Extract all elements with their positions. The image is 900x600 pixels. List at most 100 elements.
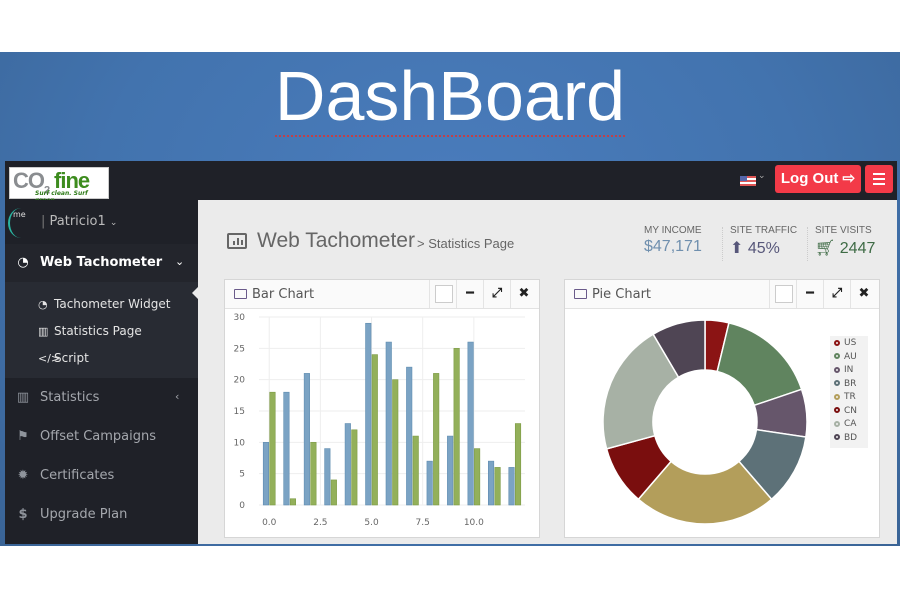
- bar-series-2[interactable]: [351, 429, 358, 506]
- arrow-circle-up-icon: ⬆: [730, 240, 744, 257]
- bar-series-1[interactable]: [262, 442, 270, 506]
- bar-chart-icon: ▥: [16, 390, 30, 405]
- menu-toggle-button[interactable]: [865, 165, 893, 193]
- minimize-icon[interactable]: ━: [796, 280, 823, 308]
- minimize-icon[interactable]: ━: [456, 280, 483, 308]
- avatar: me: [8, 208, 34, 238]
- sidebar-item-label: Upgrade Plan: [40, 507, 128, 522]
- sidebar-item-label: Certificates: [40, 468, 115, 483]
- bar-series-1[interactable]: [324, 448, 331, 506]
- legend-item-us[interactable]: US: [830, 338, 868, 352]
- legend-label: IN: [844, 365, 854, 375]
- x-tick-label: 7.5: [416, 518, 430, 528]
- panel-header: Bar Chart ━ ⤢ ✖: [225, 280, 539, 309]
- legend-swatch: [834, 339, 840, 346]
- chevron-left-icon: ‹: [175, 390, 180, 403]
- bar-series-1[interactable]: [508, 467, 515, 506]
- submenu-item-tachometer-widget[interactable]: ◔ Tachometer Widget: [38, 297, 170, 311]
- bar-series-1[interactable]: [303, 373, 310, 506]
- bar-series-2[interactable]: [310, 442, 317, 506]
- tachometer-icon: ◔: [17, 255, 29, 270]
- bar-series-2[interactable]: [474, 448, 481, 506]
- sidebar-item-web-tachometer[interactable]: ◔ Web Tachometer ⌄: [5, 244, 198, 282]
- y-tick-label: 30: [234, 313, 246, 323]
- bar-series-2[interactable]: [330, 479, 337, 506]
- expand-icon[interactable]: ⤢: [483, 280, 510, 308]
- brand-logo[interactable]: CO2 fine Surf clean. Surf green.: [9, 167, 109, 204]
- x-tick-label: 2.5: [313, 518, 327, 528]
- bar-series-2[interactable]: [412, 435, 419, 506]
- bar-series-2[interactable]: [371, 354, 378, 506]
- active-item-caret: [192, 287, 198, 299]
- submenu-item-statistics-page[interactable]: ▥ Statistics Page: [38, 324, 142, 338]
- y-tick-label: 25: [234, 344, 245, 354]
- username[interactable]: | Patricio1 ⌄: [41, 214, 117, 229]
- legend-item-bd[interactable]: BD: [830, 433, 868, 447]
- language-chevron-down-icon[interactable]: ⌄: [758, 171, 766, 181]
- legend-item-tr[interactable]: TR: [830, 392, 868, 406]
- logout-label: Log Out: [780, 170, 839, 187]
- legend-item-au[interactable]: AU: [830, 352, 868, 366]
- submenu-web-tachometer: ◔ Tachometer Widget ▥ Statistics Page </>S…: [5, 282, 198, 378]
- panel-color-button[interactable]: [769, 280, 796, 308]
- pie-legend: US AU IN BR TR CN CA BD: [830, 336, 868, 448]
- bar-series-1[interactable]: [365, 322, 372, 506]
- legend-item-in[interactable]: IN: [830, 365, 868, 379]
- legend-label: US: [844, 338, 857, 348]
- bar-series-1[interactable]: [488, 460, 495, 506]
- bar-series-2[interactable]: [269, 391, 276, 506]
- bar-series-2[interactable]: [392, 379, 399, 506]
- sidebar-item-statistics[interactable]: ▥ Statistics ‹: [5, 379, 198, 417]
- bar-series-2[interactable]: [433, 373, 440, 506]
- user-menu[interactable]: me | Patricio1 ⌄: [5, 200, 198, 244]
- sidebar-item-upgrade-plan[interactable]: $ Upgrade Plan: [5, 496, 198, 534]
- bar-series-2[interactable]: [514, 423, 522, 506]
- legend-item-ca[interactable]: CA: [830, 419, 868, 433]
- stat-income: MY INCOME $47,171: [644, 225, 702, 256]
- bar-series-1[interactable]: [406, 366, 413, 506]
- bar-chart: 0 5 10 15 20 25 30 0.0 2.5 5.0 7.5 10.0: [234, 313, 525, 528]
- x-tick-label: 10.0: [464, 518, 484, 528]
- stat-divider: [807, 227, 808, 261]
- panel-color-button[interactable]: [429, 280, 456, 308]
- breadcrumb[interactable]: > Statistics Page: [417, 236, 514, 251]
- sidebar-item-certificates[interactable]: ✹ Certificates: [5, 457, 198, 495]
- us-flag-icon[interactable]: [740, 176, 756, 186]
- bar-chart-icon: [227, 233, 247, 249]
- bar-series-1[interactable]: [344, 423, 351, 506]
- stat-traffic: SITE TRAFFIC ⬆ 45%: [730, 225, 797, 258]
- slide-title-text: DashBoard: [274, 57, 626, 137]
- tachometer-icon: ◔: [38, 298, 48, 311]
- x-tick-label: 0.0: [262, 518, 277, 528]
- bar-series-1[interactable]: [426, 460, 433, 506]
- close-icon[interactable]: ✖: [510, 280, 537, 308]
- legend-item-cn[interactable]: CN: [830, 406, 868, 420]
- dollar-icon: $: [18, 507, 28, 522]
- bar-chart-icon: ▥: [38, 325, 49, 338]
- chevron-down-icon: ⌄: [175, 255, 185, 268]
- bar-series-1[interactable]: [283, 391, 290, 506]
- bar-chart-panel: Bar Chart ━ ⤢ ✖ 0 5 10 15 20 25 30 0.0 2.5 5.0 7.5…: [224, 279, 540, 538]
- sign-out-icon: ⇨: [842, 170, 856, 187]
- y-tick-label: 15: [234, 407, 245, 417]
- legend-swatch: [834, 366, 840, 373]
- bar-series-1[interactable]: [467, 341, 474, 506]
- bar-series-2[interactable]: [494, 467, 501, 506]
- bar-series-2[interactable]: [289, 498, 296, 506]
- stat-value: $47,171: [644, 238, 702, 255]
- flag-icon: ⚑: [17, 429, 29, 444]
- bar-series-1[interactable]: [385, 341, 392, 506]
- bar-chart-icon: [574, 289, 587, 299]
- bar-series-1[interactable]: [447, 435, 454, 506]
- bar-series-2[interactable]: [453, 348, 460, 506]
- logout-button[interactable]: Log Out ⇨: [775, 165, 861, 193]
- submenu-item-script[interactable]: </>Script: [38, 351, 89, 365]
- legend-item-br[interactable]: BR: [830, 379, 868, 393]
- stat-label: SITE VISITS: [815, 225, 872, 236]
- expand-icon[interactable]: ⤢: [823, 280, 850, 308]
- legend-label: TR: [844, 392, 856, 402]
- stat-label: SITE TRAFFIC: [730, 225, 798, 236]
- legend-label: AU: [844, 351, 857, 362]
- sidebar-item-offset-campaigns[interactable]: ⚑ Offset Campaigns: [5, 418, 198, 456]
- close-icon[interactable]: ✖: [850, 280, 877, 308]
